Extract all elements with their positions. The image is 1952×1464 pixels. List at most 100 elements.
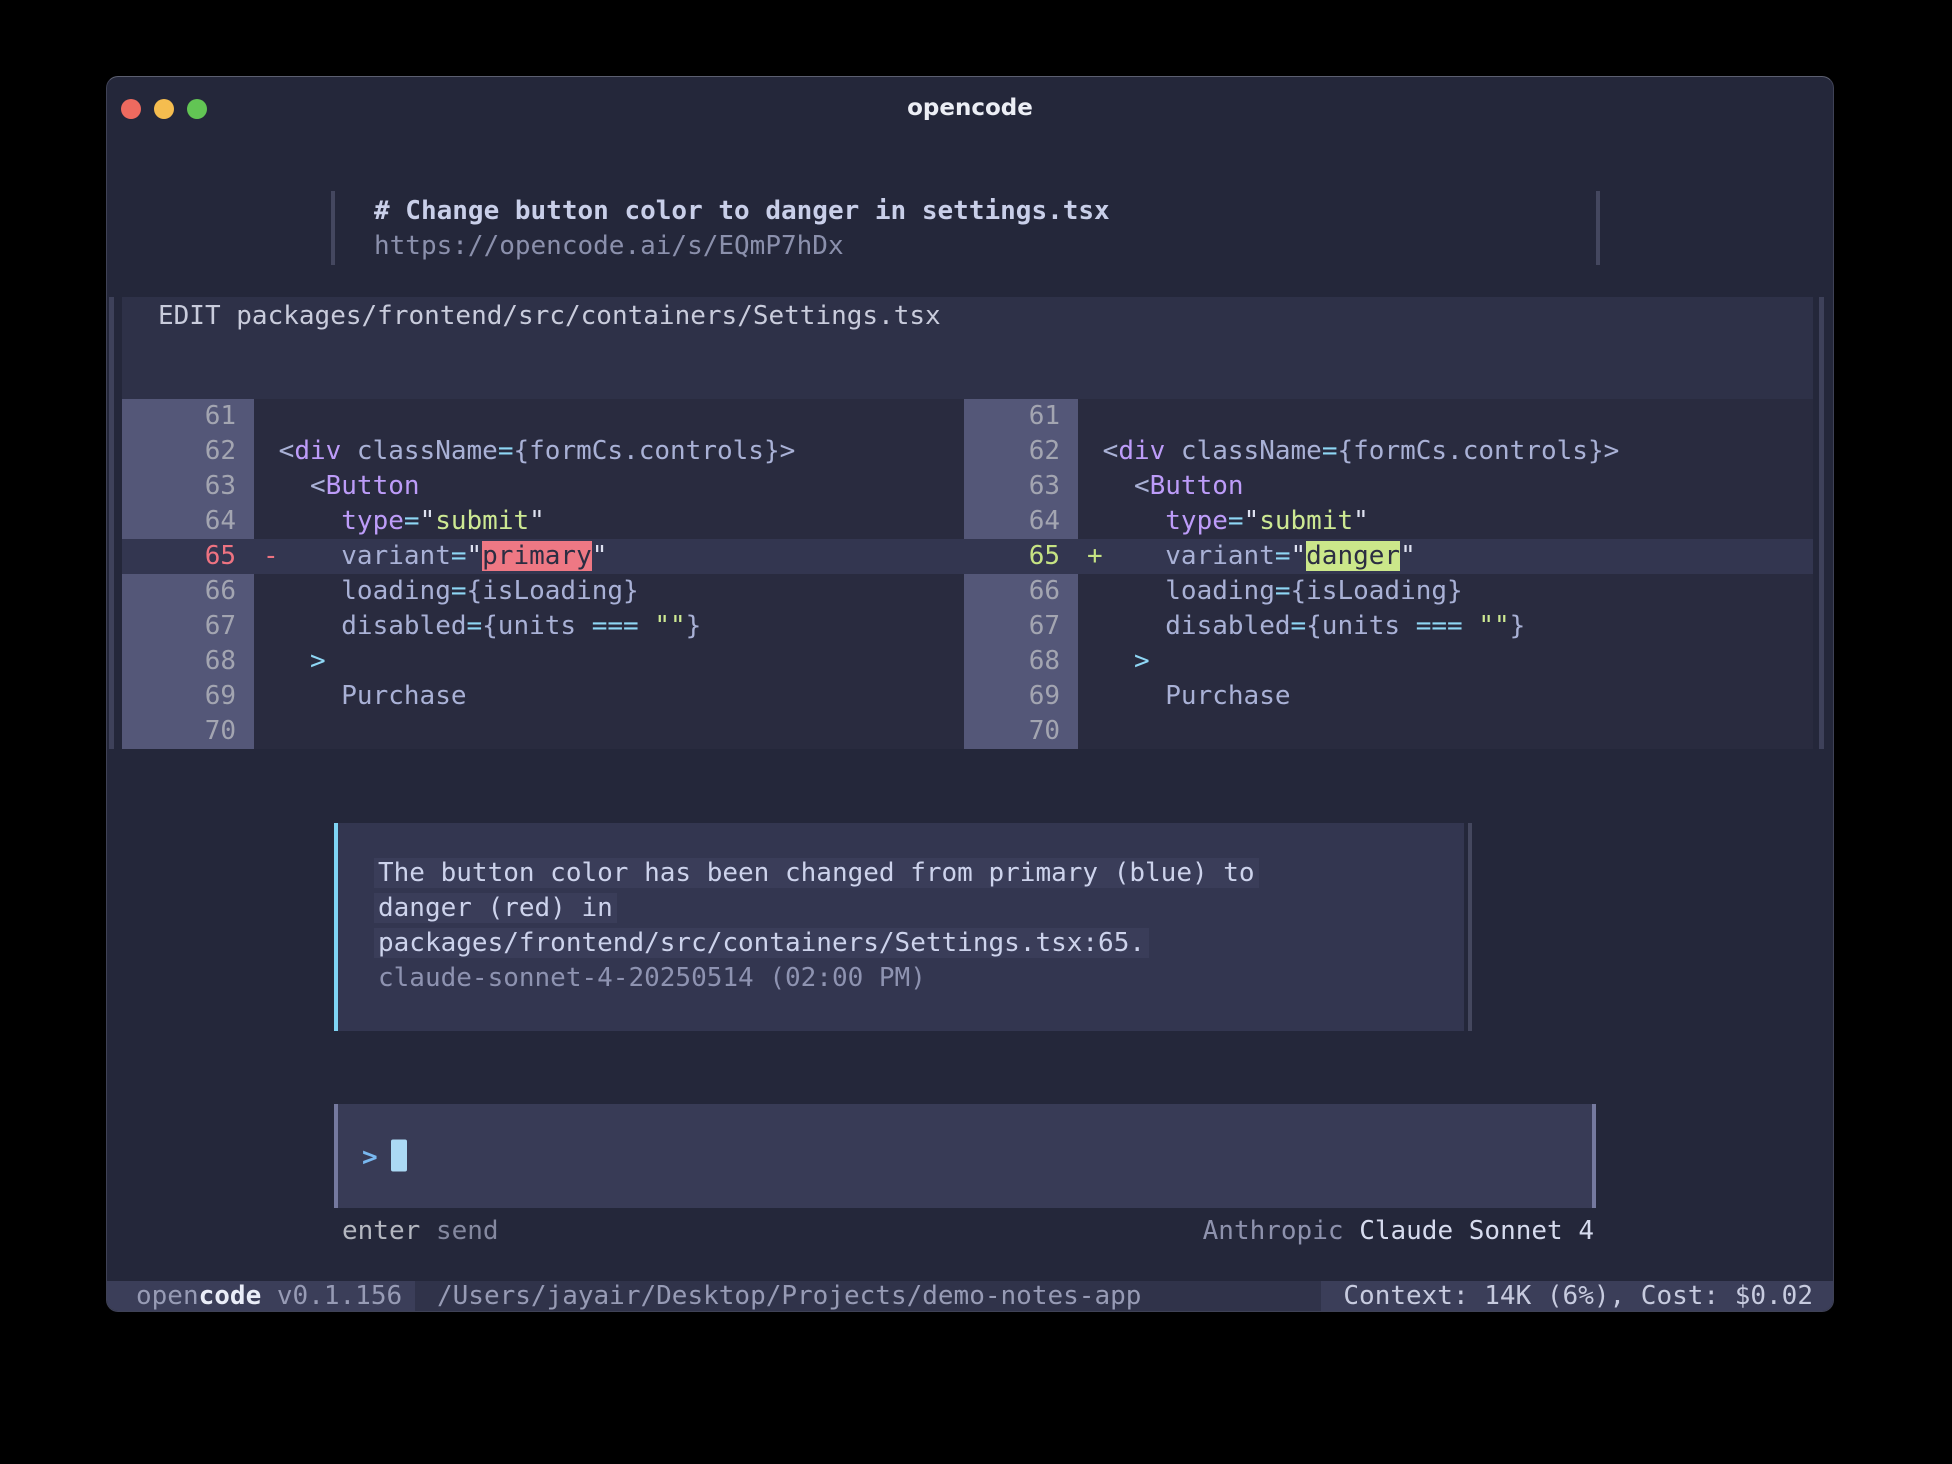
code-token: " — [420, 506, 436, 536]
code-line: disabled={units === ""} — [254, 609, 964, 644]
line-number: 67 — [964, 609, 1078, 644]
diff-row: 62 <div className={formCs.controls}> — [122, 434, 964, 469]
edit-tool-header: EDIT packages/frontend/src/containers/Se… — [122, 297, 1813, 399]
model-indicator: Anthropic Claude Sonnet 4 — [1203, 1214, 1594, 1249]
diff-marker: - — [263, 541, 279, 571]
code-line: + variant="danger" — [1078, 539, 1813, 574]
diff-row: 66 loading={isLoading} — [122, 574, 964, 609]
diff-row: 64 type="submit" — [964, 504, 1813, 539]
line-number: 63 — [964, 469, 1078, 504]
chat-title: # Change button color to danger in setti… — [374, 194, 1110, 229]
code-line: <div className={formCs.controls}> — [254, 434, 964, 469]
diff-marker — [1087, 401, 1103, 431]
assistant-message: The button color has been changed from p… — [334, 823, 1464, 1031]
app-version: v0.1.156 — [261, 1281, 402, 1311]
diff-marker — [1087, 576, 1103, 606]
line-number: 69 — [964, 679, 1078, 714]
code-token: type — [1165, 506, 1228, 536]
code-token: = — [467, 611, 483, 641]
code-token: className — [1165, 436, 1322, 466]
code-token: < — [279, 471, 326, 501]
prompt-input[interactable]: > — [334, 1104, 1596, 1208]
diff-marker — [263, 646, 279, 676]
code-token: = — [1322, 436, 1338, 466]
model-name: Claude Sonnet 4 — [1359, 1216, 1594, 1246]
code-token: primary — [482, 541, 592, 571]
opencode-window: opencode # Change button color to danger… — [106, 76, 1834, 1312]
code-token — [279, 646, 310, 676]
code-token: } — [1510, 611, 1526, 641]
code-token — [1103, 646, 1134, 676]
hint-action: send — [436, 1216, 499, 1246]
quote-bar-right — [1596, 191, 1600, 265]
diff-marker — [1087, 681, 1103, 711]
line-number: 62 — [122, 434, 254, 469]
prompt-symbol: > — [362, 1143, 378, 1173]
message-edge-right — [1468, 823, 1472, 1031]
code-line: type="submit" — [1078, 504, 1813, 539]
line-number: 61 — [122, 399, 254, 434]
diff-row: 68 > — [122, 644, 964, 679]
code-token: > — [1134, 646, 1150, 676]
code-token: = — [1275, 541, 1291, 571]
line-number: 66 — [122, 574, 254, 609]
code-line: loading={isLoading} — [254, 574, 964, 609]
diff-marker — [1087, 471, 1103, 501]
diff-marker — [263, 716, 279, 746]
diff-marker — [1087, 506, 1103, 536]
diff-marker — [1087, 646, 1103, 676]
code-token: className — [341, 436, 498, 466]
code-token: " — [592, 541, 608, 571]
code-token: loading — [279, 576, 451, 606]
code-token: submit — [1259, 506, 1353, 536]
diff-panel-left: 61 62 <div className={formCs.controls}>6… — [122, 399, 964, 749]
code-token: div — [1118, 436, 1165, 466]
diff-row: 69 Purchase — [122, 679, 964, 714]
code-token: = — [498, 436, 514, 466]
diff-row: 61 — [964, 399, 1813, 434]
code-line: <Button — [1078, 469, 1813, 504]
keyboard-hints: enter send — [342, 1214, 499, 1249]
code-line: <div className={formCs.controls}> — [1078, 434, 1813, 469]
code-token: " — [1291, 541, 1307, 571]
code-token: > — [310, 646, 326, 676]
code-token: Purchase — [279, 681, 467, 711]
code-line: loading={isLoading} — [1078, 574, 1813, 609]
message-text-line: The button color has been changed from p… — [378, 856, 1464, 891]
code-line: type="submit" — [254, 504, 964, 539]
code-token — [279, 506, 342, 536]
code-token: type — [341, 506, 404, 536]
code-line — [1078, 714, 1813, 749]
code-token: div — [294, 436, 341, 466]
code-line: disabled={units === ""} — [1078, 609, 1813, 644]
hint-key: enter — [342, 1216, 420, 1246]
line-number: 64 — [964, 504, 1078, 539]
message-meta: claude-sonnet-4-20250514 (02:00 PM) — [378, 961, 1464, 996]
window-title: opencode — [107, 95, 1833, 121]
diff-row: 70 — [122, 714, 964, 749]
code-token — [639, 611, 655, 641]
diff-marker — [1087, 716, 1103, 746]
code-token: variant — [1103, 541, 1275, 571]
code-token: " — [529, 506, 545, 536]
line-number: 63 — [122, 469, 254, 504]
code-token: "" — [654, 611, 685, 641]
line-number: 70 — [122, 714, 254, 749]
code-line: Purchase — [254, 679, 964, 714]
line-number: 69 — [122, 679, 254, 714]
share-url: https://opencode.ai/s/EQmP7hDx — [374, 229, 844, 264]
code-token — [1103, 506, 1166, 536]
code-token: "" — [1478, 611, 1509, 641]
code-token: disabled — [1103, 611, 1291, 641]
code-token: danger — [1306, 541, 1400, 571]
diff-row: 65+ variant="danger" — [964, 539, 1813, 574]
code-line: Purchase — [1078, 679, 1813, 714]
diff-marker — [263, 611, 279, 641]
code-token: " — [1353, 506, 1369, 536]
diff-row: 70 — [964, 714, 1813, 749]
diff-row: 63 <Button — [964, 469, 1813, 504]
diff-marker — [263, 401, 279, 431]
code-token: " — [467, 541, 483, 571]
provider-name: Anthropic — [1203, 1216, 1344, 1246]
diff-row: 62 <div className={formCs.controls}> — [964, 434, 1813, 469]
